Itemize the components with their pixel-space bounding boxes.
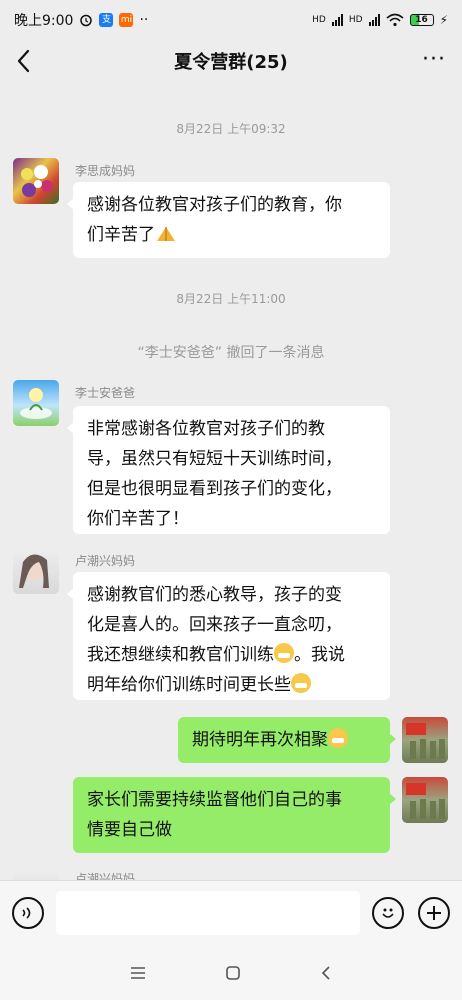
back-icon[interactable]: [320, 965, 332, 981]
sender-name: 李思成妈妈: [75, 164, 136, 178]
chevron-left-icon[interactable]: [12, 48, 36, 74]
status-left: 晚上9:00 支 mi ··: [14, 10, 148, 30]
message-line: 家长们需要持续监督他们自己的事: [87, 790, 342, 810]
chat-header: 夏令营群(25) ···: [0, 40, 462, 82]
message-line: 化是喜人的。回来孩子一直念叨，: [87, 615, 342, 635]
message-input[interactable]: [56, 891, 360, 935]
self-avatar[interactable]: [402, 717, 448, 763]
mi-app-icon: mi: [119, 13, 134, 27]
recall-notice: “李士安爸爸” 撤回了一条消息: [137, 345, 325, 361]
timestamp: 8月22日 上午09:32: [176, 122, 286, 136]
avatar[interactable]: [13, 380, 59, 426]
signal-icon-2: [368, 14, 380, 26]
alarm-icon: [80, 14, 93, 27]
smile-emoji-icon: [328, 728, 348, 748]
chat-title: 夏令营群(25): [174, 52, 288, 73]
battery-icon: 16: [409, 14, 434, 26]
message-line: 情要自己做: [87, 820, 172, 840]
status-time: 晚上9:00: [14, 13, 74, 29]
input-bar: [0, 880, 462, 946]
charging-icon: ⚡: [439, 13, 448, 27]
message-line: 感谢教官们的悉心教导，孩子的变: [87, 585, 342, 605]
message-bubble[interactable]: 非常感谢各位教官对孩子们的教 导，虽然只有短短十天训练时间， 但是也很明显看到孩…: [67, 406, 390, 534]
message-line: 你们辛苦了！: [87, 509, 189, 529]
message-line: 们辛苦了: [87, 220, 376, 250]
message-line: 明年给你们训练时间更长些: [87, 670, 376, 700]
alipay-icon: 支: [99, 13, 114, 27]
more-dots-icon[interactable]: ···: [422, 49, 446, 71]
battery-level: 16: [415, 15, 428, 25]
wifi-icon: [386, 13, 404, 27]
message-line: 导，虽然只有短短十天训练时间，: [87, 449, 342, 469]
message-bubble-self[interactable]: 家长们需要持续监督他们自己的事 情要自己做: [73, 777, 396, 853]
timestamp: 8月22日 上午11:00: [176, 292, 286, 306]
avatar[interactable]: [13, 158, 59, 204]
message-line: 感谢各位教官对孩子们的教育，你: [87, 195, 342, 215]
system-nav-bar: [0, 946, 462, 1000]
status-right: HD HD 16 ⚡: [312, 13, 448, 27]
grin-emoji-icon: [274, 643, 294, 663]
home-icon[interactable]: [225, 965, 241, 981]
message-line: 非常感谢各位教官对孩子们的教: [87, 419, 325, 439]
more-notifications-icon: ··: [139, 12, 149, 28]
avatar[interactable]: [13, 868, 59, 880]
network-label-1: HD: [312, 15, 326, 25]
message-list[interactable]: 8月22日 上午09:32 李思成妈妈 感谢各位教官对孩子们的教育，你 们辛苦了…: [0, 82, 462, 880]
message-line: 但是也很明显看到孩子们的变化，: [87, 479, 342, 499]
sender-name: 卢潮兴妈妈: [75, 872, 136, 880]
message-line: 期待明年再次相聚: [192, 725, 376, 755]
signal-icon: [331, 14, 343, 26]
menu-icon[interactable]: [130, 966, 146, 980]
status-bar: 晚上9:00 支 mi ·· HD HD 16 ⚡: [0, 0, 462, 40]
emoji-icon[interactable]: [372, 897, 404, 929]
sender-name: 李士安爸爸: [75, 386, 136, 400]
voice-icon[interactable]: [12, 897, 44, 929]
message-bubble[interactable]: 感谢各位教官对孩子们的教育，你 们辛苦了: [67, 182, 390, 258]
message-bubble-self[interactable]: 期待明年再次相聚: [178, 717, 396, 763]
grin-emoji-icon: [291, 673, 311, 693]
network-label-2: HD: [348, 15, 363, 25]
pray-emoji-icon: [155, 222, 177, 241]
plus-icon[interactable]: [418, 897, 450, 929]
avatar[interactable]: [13, 548, 59, 594]
message-line: 我还想继续和教官们训练 。我说: [87, 643, 345, 665]
message-bubble[interactable]: 感谢教官们的悉心教导，孩子的变 化是喜人的。回来孩子一直念叨， 我还想继续和教官…: [67, 572, 390, 700]
self-avatar[interactable]: [402, 777, 448, 823]
sender-name: 卢潮兴妈妈: [75, 554, 136, 568]
